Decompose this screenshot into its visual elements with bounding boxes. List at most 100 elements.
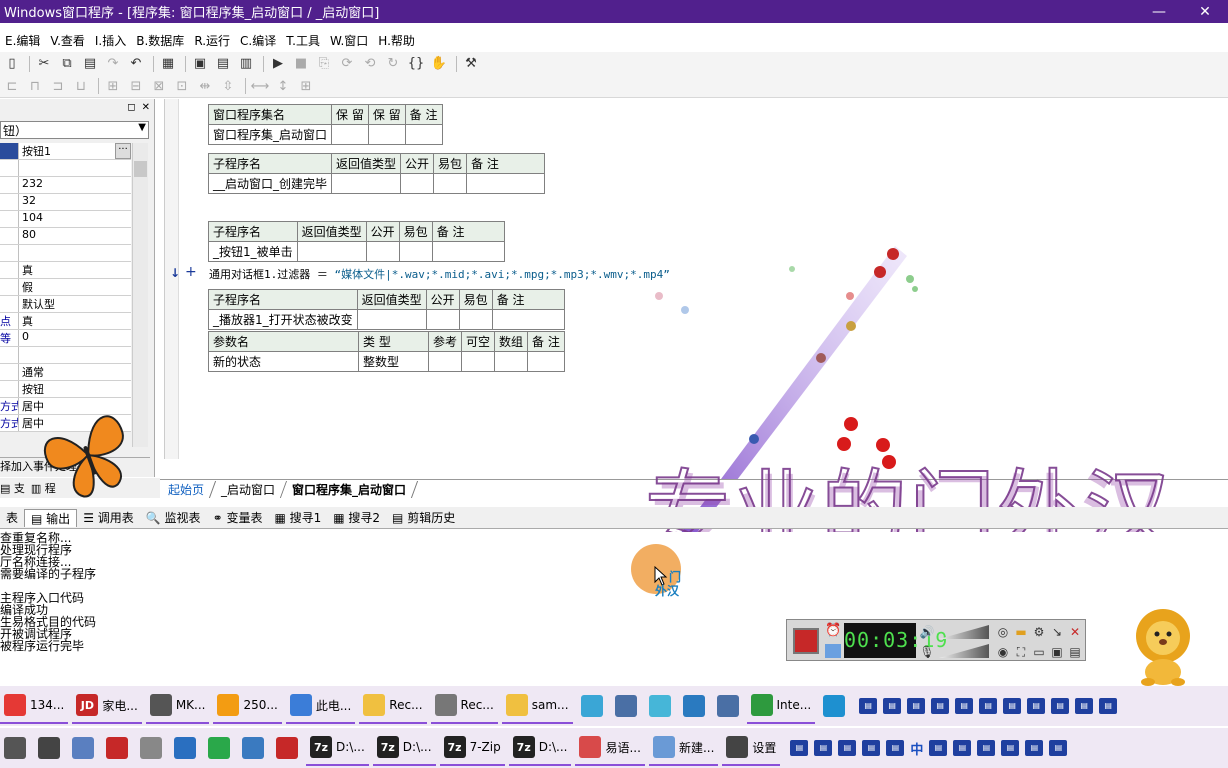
tab-search2[interactable]: ▦ 搜寻2 xyxy=(327,509,386,526)
menu-run[interactable]: R.运行 xyxy=(189,32,235,49)
table-cell[interactable] xyxy=(404,124,443,145)
stop-record-button[interactable] xyxy=(793,628,819,654)
menu-view[interactable]: V.查看 xyxy=(45,32,89,49)
layout3-icon[interactable]: ▥ xyxy=(236,55,256,73)
ellipsis-button[interactable]: ··· xyxy=(115,143,131,159)
menu-compile[interactable]: C.编译 xyxy=(235,32,281,49)
close-button[interactable]: ✕ xyxy=(1182,4,1228,20)
screen-icon[interactable]: ▤ xyxy=(1067,644,1083,660)
tray-icon[interactable]: ▤ xyxy=(953,740,972,756)
property-row[interactable]: 104 xyxy=(0,211,131,228)
menu-database[interactable]: B.数据库 xyxy=(131,32,189,49)
taskbar-item[interactable] xyxy=(713,688,743,724)
layout1-icon[interactable]: ▣ xyxy=(190,55,210,73)
property-value[interactable]: 0 xyxy=(19,330,131,346)
tab-output[interactable]: ▤ 输出 xyxy=(24,508,78,527)
taskbar-item[interactable] xyxy=(0,730,30,766)
property-row[interactable]: 真 xyxy=(0,262,131,279)
table-cell[interactable] xyxy=(356,309,427,330)
table-cell[interactable] xyxy=(491,309,565,330)
property-value[interactable] xyxy=(19,347,131,363)
mic-icon[interactable]: 🎙 xyxy=(919,644,935,660)
taskbar-item[interactable] xyxy=(611,688,641,724)
property-row[interactable]: 假 xyxy=(0,279,131,296)
property-row[interactable]: 按钮1 ··· xyxy=(0,143,131,160)
menu-edit[interactable]: E.编辑 xyxy=(0,32,45,49)
tab-window-assembly[interactable]: 窗口程序集_启动窗口 xyxy=(280,481,419,498)
component-selector[interactable]: 钮） ▼ xyxy=(0,121,149,139)
tray-icon[interactable]: ▤ xyxy=(1051,698,1070,714)
tray-icon[interactable]: ▤ xyxy=(886,740,905,756)
tray-icon[interactable]: ▤ xyxy=(790,740,809,756)
property-row[interactable]: 按钮 xyxy=(0,381,131,398)
taskbar-item[interactable]: 7z D:\... xyxy=(306,730,369,766)
align-top-icon[interactable]: ⊓ xyxy=(25,77,45,95)
menu-insert[interactable]: I.插入 xyxy=(90,32,131,49)
property-row[interactable]: 80 xyxy=(0,228,131,245)
table-cell[interactable] xyxy=(367,124,406,145)
taskbar-item[interactable] xyxy=(272,730,302,766)
taskbar-item[interactable] xyxy=(136,730,166,766)
table-cell[interactable] xyxy=(433,173,468,194)
tray-icon[interactable]: ▤ xyxy=(814,740,833,756)
run-icon[interactable]: ▶ xyxy=(268,55,288,73)
tray-icon[interactable]: ▤ xyxy=(838,740,857,756)
taskbar-item[interactable]: sam... xyxy=(501,688,573,724)
tool-icon[interactable]: ⚒ xyxy=(461,55,481,73)
table-cell[interactable] xyxy=(466,173,546,194)
table-cell[interactable] xyxy=(527,351,565,372)
menu-help[interactable]: H.帮助 xyxy=(373,32,420,49)
panel-pin-icon[interactable]: ◻ xyxy=(127,102,135,113)
same-width-icon[interactable]: ⇹ xyxy=(195,77,215,95)
taskbar-item[interactable] xyxy=(819,688,849,724)
tray-icon[interactable]: ▤ xyxy=(977,740,996,756)
cut-icon[interactable]: ✂ xyxy=(34,55,54,73)
layout2-icon[interactable]: ▤ xyxy=(213,55,233,73)
arrow-down-icon[interactable]: ↓ xyxy=(170,266,180,280)
table-cell[interactable] xyxy=(494,351,529,372)
same-height-icon[interactable]: ⇳ xyxy=(218,77,238,95)
folder-icon[interactable]: ▬ xyxy=(1013,624,1029,640)
taskbar-item[interactable]: Inte... xyxy=(746,688,816,724)
wifi-icon[interactable]: ◎ xyxy=(995,624,1011,640)
property-row[interactable]: 等0 xyxy=(0,330,131,347)
tray-icon[interactable]: ▤ xyxy=(883,698,902,714)
hand-icon[interactable]: ✋ xyxy=(429,55,449,73)
tab-search1[interactable]: ▦ 搜寻1 xyxy=(268,509,327,526)
taskbar-item[interactable] xyxy=(679,688,709,724)
tab-start-page[interactable]: 起始页 xyxy=(156,481,217,498)
gear-icon[interactable]: ⚙ xyxy=(1031,624,1047,640)
property-value[interactable] xyxy=(19,245,131,261)
table-cell[interactable] xyxy=(431,241,505,262)
step-out-icon[interactable]: ⟲ xyxy=(360,55,380,73)
property-value[interactable]: 真 xyxy=(19,313,131,329)
scroll-thumb[interactable] xyxy=(134,161,147,177)
height-icon[interactable]: ↕ xyxy=(273,77,293,95)
width-icon[interactable]: ⟷ xyxy=(250,77,270,95)
find-icon[interactable]: ▦ xyxy=(158,55,178,73)
pause-button[interactable] xyxy=(825,644,841,658)
property-row[interactable] xyxy=(0,245,131,262)
speaker-icon[interactable]: 🔊 xyxy=(919,624,935,640)
chevron-down-icon[interactable]: ▼ xyxy=(138,122,146,133)
tab-startup-window[interactable]: _启动窗口 xyxy=(209,481,288,498)
step-in-icon[interactable]: ⟳ xyxy=(337,55,357,73)
property-scrollbar[interactable] xyxy=(132,143,148,447)
tray-icon[interactable]: ▤ xyxy=(859,698,878,714)
property-row[interactable]: 32 xyxy=(0,194,131,211)
taskbar-item[interactable]: 易语... xyxy=(575,730,645,766)
panel-close-icon[interactable]: ✕ xyxy=(142,102,150,113)
center-h-icon[interactable]: ⊞ xyxy=(103,77,123,95)
taskbar-item[interactable]: 设置 xyxy=(722,730,781,766)
tab-support[interactable]: ▤ 支 xyxy=(0,480,25,496)
tab-watch[interactable]: 🔍 监视表 xyxy=(140,509,207,526)
property-row[interactable] xyxy=(0,347,131,364)
tray-icon[interactable]: ▤ xyxy=(1025,740,1044,756)
property-value[interactable]: 104 xyxy=(19,211,131,227)
table-cell[interactable]: _按钮1_被单击 xyxy=(208,241,298,262)
copy-icon[interactable]: ⧉ xyxy=(57,55,77,73)
property-value[interactable]: 32 xyxy=(19,194,131,210)
taskbar-item[interactable] xyxy=(204,730,234,766)
center-v-icon[interactable]: ⊟ xyxy=(126,77,146,95)
taskbar-item[interactable] xyxy=(68,730,98,766)
